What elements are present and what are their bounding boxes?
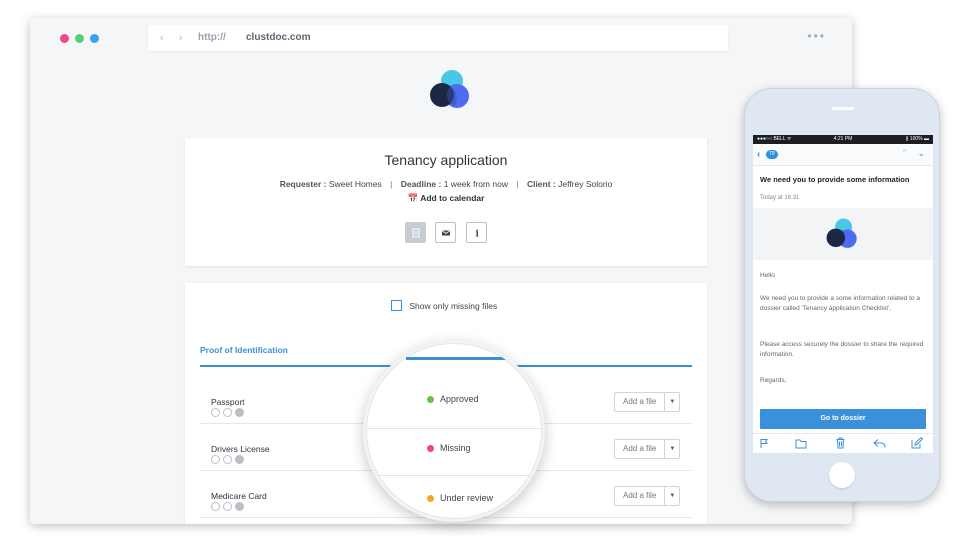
document-name: Passport bbox=[211, 397, 245, 407]
phone-status-bar: ●●●○○ BELL ᯤ 4:21 PM ∦ 100% ▬ bbox=[753, 135, 933, 144]
magnified-status-text: Under review bbox=[440, 493, 494, 503]
envelope-icon bbox=[442, 230, 451, 236]
dossier-meta: Requester : Sweet Homes | Deadline : 1 w… bbox=[185, 179, 707, 189]
magnifier-lens: Approved Missing Under review bbox=[363, 340, 545, 522]
compose-icon[interactable] bbox=[911, 437, 923, 449]
maximize-window-dot[interactable] bbox=[75, 34, 84, 43]
magnified-status: Approved bbox=[427, 394, 479, 404]
add-file-control: Add a file ▼ bbox=[614, 439, 681, 459]
info-icon[interactable] bbox=[223, 455, 232, 464]
document-icon bbox=[412, 228, 420, 238]
svg-text:i: i bbox=[475, 230, 479, 239]
minimize-window-dot[interactable] bbox=[90, 34, 99, 43]
show-missing-checkbox[interactable] bbox=[391, 300, 402, 312]
phone-speaker bbox=[832, 107, 854, 110]
add-file-control: Add a file ▼ bbox=[614, 486, 681, 506]
requester-value: Sweet Homes bbox=[328, 179, 382, 189]
reject-icon[interactable] bbox=[211, 502, 220, 511]
magnified-status: Missing bbox=[427, 443, 471, 453]
separator: | bbox=[390, 179, 393, 189]
info-icon[interactable] bbox=[223, 502, 232, 511]
add-file-button[interactable]: Add a file bbox=[614, 486, 666, 506]
folder-icon[interactable] bbox=[795, 438, 807, 449]
add-file-button[interactable]: Add a file bbox=[614, 439, 666, 459]
approve-icon[interactable] bbox=[235, 502, 244, 511]
calendar-icon: 📅 bbox=[407, 193, 419, 203]
stage: ‹ › http:// clustdoc.com ••• Tenancy app… bbox=[0, 0, 960, 536]
chevron-up-icon[interactable]: ⌃ bbox=[901, 148, 909, 158]
url-domain: clustdoc.com bbox=[246, 32, 311, 43]
mail-signoff: Regards, bbox=[760, 377, 787, 384]
requester-label: Requester : bbox=[279, 179, 327, 189]
mail-greeting: Hello bbox=[760, 272, 775, 279]
phone-device: ●●●○○ BELL ᯤ 4:21 PM ∦ 100% ▬ ‹ 79 ⌃ ⌄ We… bbox=[744, 88, 940, 502]
browser-titlebar: ‹ › http:// clustdoc.com ••• bbox=[30, 18, 852, 58]
mail-paragraph: We need you to provide a some informatio… bbox=[760, 295, 920, 312]
status-dot bbox=[427, 495, 434, 503]
page-title: Tenancy application bbox=[384, 152, 508, 168]
status-dot bbox=[427, 396, 434, 404]
show-missing-label: Show only missing files bbox=[409, 300, 498, 311]
close-window-dot[interactable] bbox=[60, 34, 69, 43]
magnified-status: Under review bbox=[427, 493, 493, 503]
chevron-down-icon[interactable]: ▼ bbox=[665, 439, 681, 459]
info-icon: i bbox=[475, 230, 479, 239]
mail-paragraph: Please access securely the dossier to sh… bbox=[760, 341, 924, 358]
approve-icon[interactable] bbox=[235, 408, 244, 417]
reject-icon[interactable] bbox=[211, 455, 220, 464]
magnified-section-line bbox=[406, 357, 506, 360]
email-button[interactable] bbox=[435, 222, 457, 243]
nav-arrows-icon[interactable]: ‹ › bbox=[160, 32, 188, 44]
mail-toolbar bbox=[753, 433, 933, 453]
mail-logo-banner bbox=[753, 208, 933, 260]
chevron-down-icon[interactable]: ▼ bbox=[665, 392, 681, 412]
chevron-down-icon[interactable]: ⌄ bbox=[917, 148, 925, 158]
mail-timestamp: Today at 16:31 bbox=[760, 195, 800, 201]
tab-proof-of-identification[interactable]: Proof of Identification bbox=[200, 345, 288, 355]
info-button[interactable]: i bbox=[465, 222, 487, 243]
battery-status: ∦ 100% ▬ bbox=[905, 136, 929, 142]
reply-icon[interactable] bbox=[873, 438, 886, 449]
deadline-label: Deadline : bbox=[400, 179, 442, 189]
show-missing-toggle[interactable]: Show only missing files bbox=[391, 300, 498, 312]
client-value: Jeffrey Solorio bbox=[558, 179, 613, 189]
status-dot bbox=[427, 445, 434, 453]
magnified-row-divider bbox=[366, 428, 542, 429]
magnified-row-divider bbox=[366, 475, 542, 476]
info-icon[interactable] bbox=[223, 408, 232, 417]
magnified-status-text: Approved bbox=[440, 394, 479, 404]
add-file-button[interactable]: Add a file bbox=[614, 392, 666, 412]
home-button[interactable] bbox=[829, 462, 855, 488]
add-file-control: Add a file ▼ bbox=[614, 392, 681, 412]
address-bar[interactable]: ‹ › http:// clustdoc.com bbox=[148, 25, 728, 51]
clustdoc-logo bbox=[826, 218, 857, 248]
go-to-dossier-button[interactable]: Go to dossier bbox=[760, 409, 926, 429]
document-view-button[interactable] bbox=[405, 222, 426, 243]
mail-arrows: ⌃ ⌄ bbox=[901, 148, 925, 159]
document-name: Medicare Card bbox=[211, 491, 267, 501]
document-status-icons bbox=[211, 502, 247, 520]
chevron-down-icon[interactable]: ▼ bbox=[665, 486, 681, 506]
trash-icon[interactable] bbox=[835, 437, 846, 449]
dossier-toolbar: i bbox=[405, 222, 492, 243]
phone-screen: ●●●○○ BELL ᯤ 4:21 PM ∦ 100% ▬ ‹ 79 ⌃ ⌄ We… bbox=[753, 135, 933, 453]
separator: | bbox=[516, 179, 519, 189]
clustdoc-logo bbox=[430, 70, 469, 108]
add-to-calendar-label: Add to calendar bbox=[420, 193, 485, 203]
magnified-status-text: Missing bbox=[440, 443, 471, 453]
back-icon[interactable]: ‹ bbox=[757, 149, 760, 160]
url-protocol: http:// bbox=[198, 32, 226, 43]
mail-subject: We need you to provide some information bbox=[760, 175, 910, 184]
add-to-calendar-link[interactable]: 📅 Add to calendar bbox=[185, 193, 707, 204]
deadline-value: 1 week from now bbox=[443, 179, 508, 189]
client-label: Client : bbox=[526, 179, 556, 189]
flag-icon[interactable] bbox=[759, 438, 770, 449]
mail-nav-bar: ‹ 79 ⌃ ⌄ bbox=[753, 144, 933, 166]
unread-badge: 79 bbox=[766, 150, 778, 159]
reject-icon[interactable] bbox=[211, 408, 220, 417]
dossier-header-card: Tenancy application Requester : Sweet Ho… bbox=[185, 138, 707, 266]
browser-menu-icon[interactable]: ••• bbox=[807, 29, 826, 43]
document-name: Drivers License bbox=[211, 444, 270, 454]
approve-icon[interactable] bbox=[235, 455, 244, 464]
